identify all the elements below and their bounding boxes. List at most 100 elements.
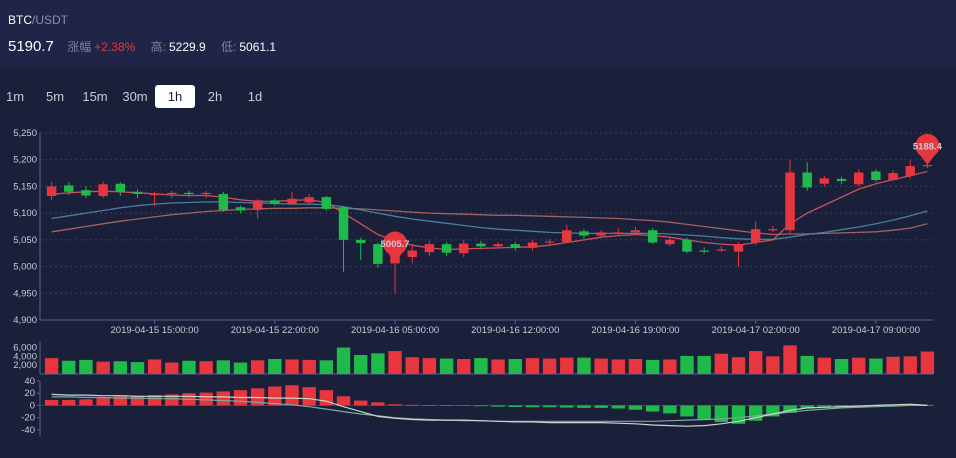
macd-bar xyxy=(628,405,643,410)
candle-body xyxy=(802,172,812,188)
volume-bar xyxy=(354,355,368,374)
volume-bar xyxy=(903,356,917,374)
macd-bar xyxy=(302,387,316,406)
candle-body xyxy=(733,244,744,252)
candle-body xyxy=(321,197,332,209)
macd-bar xyxy=(388,404,402,406)
volume-bar xyxy=(594,358,608,374)
macd-bar xyxy=(817,405,832,407)
candle-body xyxy=(218,193,229,210)
candle-body xyxy=(630,230,641,233)
x-tick-label: 2019-04-15 15:00:00 xyxy=(111,325,199,336)
volume-bar xyxy=(817,357,832,374)
candle-body xyxy=(596,232,606,236)
macd-bar xyxy=(560,405,574,408)
candle-body xyxy=(115,183,126,192)
volume-bar xyxy=(714,353,729,374)
volume-bar xyxy=(113,361,127,374)
candle-body xyxy=(819,178,830,184)
x-tick-label: 2019-04-17 02:00:00 xyxy=(712,325,800,336)
candle-body xyxy=(149,193,160,196)
volume-bar xyxy=(268,359,282,374)
candle-body xyxy=(613,232,624,234)
macd-bar xyxy=(44,399,59,406)
price-marker-label: 5188.4 xyxy=(913,141,943,152)
candle-body xyxy=(768,229,778,231)
x-tick-label: 2019-04-16 05:00:00 xyxy=(351,325,439,336)
macd-bar xyxy=(611,405,625,409)
macd-bar xyxy=(457,405,471,406)
volume-bar xyxy=(731,357,746,374)
y-tick-label: 5,250 xyxy=(13,128,37,139)
volume-bar xyxy=(474,358,488,374)
candle-body xyxy=(836,178,847,182)
macd-bar xyxy=(405,404,419,406)
macd-bar xyxy=(268,386,282,406)
candle-body xyxy=(252,200,263,210)
volume-bar xyxy=(766,356,780,374)
candle-body xyxy=(579,231,589,236)
volume-bar xyxy=(525,358,540,374)
volume-bar xyxy=(302,359,316,374)
macd-y-tick-label: -40 xyxy=(21,425,35,436)
candle-body xyxy=(407,250,417,257)
volume-bar xyxy=(611,359,625,374)
volume-bar xyxy=(697,355,711,374)
candle-body xyxy=(81,190,91,196)
candle-body xyxy=(338,207,349,240)
candle-body xyxy=(201,192,211,195)
macd-bar xyxy=(216,391,231,406)
volume-bar xyxy=(457,359,471,374)
volume-bar xyxy=(852,357,866,374)
volume-bar xyxy=(491,359,505,374)
y-tick-label: 4,950 xyxy=(13,288,37,299)
candle-body xyxy=(424,244,435,253)
volume-bar xyxy=(680,355,694,374)
volume-bar xyxy=(130,362,145,374)
kline-chart[interactable]: 5,250 5,200 5,150 5,100 5,050 5,000 4,950 4,900… xyxy=(0,0,956,458)
macd-bar xyxy=(508,405,522,407)
candle-body xyxy=(235,207,246,211)
volume-bar xyxy=(560,357,574,374)
volume-bar xyxy=(748,351,763,374)
x-tick-label: 2019-04-17 09:00:00 xyxy=(832,325,920,336)
volume-bar xyxy=(834,359,849,374)
volume-bar xyxy=(319,360,334,374)
volume-bar xyxy=(216,360,231,374)
macd-bar xyxy=(663,405,677,414)
candle-body xyxy=(459,243,469,254)
candle-body xyxy=(888,173,898,181)
candle-body xyxy=(527,242,538,248)
macd-bar xyxy=(542,405,557,408)
y-tick-label: 5,000 xyxy=(13,262,37,273)
candle-body xyxy=(167,192,177,195)
volume-bar xyxy=(645,359,660,374)
candle-body xyxy=(441,244,452,253)
volume-bar xyxy=(405,357,419,374)
macd-bar xyxy=(474,405,488,407)
macd-bar xyxy=(594,405,608,408)
volume-bar xyxy=(233,362,248,374)
candle-body xyxy=(665,239,675,245)
candle-body xyxy=(905,166,915,176)
macd-y-tick-label: 40 xyxy=(24,376,35,387)
macd-bar xyxy=(491,405,505,407)
ma-long-line xyxy=(51,207,928,236)
macd-bar xyxy=(439,405,454,406)
macd-bar xyxy=(680,405,694,417)
macd-bar xyxy=(336,396,351,406)
macd-bar xyxy=(199,392,213,406)
volume-bar xyxy=(182,360,196,374)
macd-bar xyxy=(354,400,368,406)
price-marker-label: 5005.7 xyxy=(381,239,410,250)
volume-bar xyxy=(44,358,59,374)
candle-body xyxy=(132,191,143,194)
volume-y-tick-label: 2,000 xyxy=(13,360,37,371)
macd-y-tick-label: 20 xyxy=(24,388,35,399)
macd-bar xyxy=(371,402,385,406)
y-tick-label: 5,050 xyxy=(13,235,37,246)
candle-body xyxy=(750,229,761,243)
volume-bar xyxy=(886,356,900,374)
candle-body xyxy=(682,239,692,252)
candle-body xyxy=(853,172,864,185)
